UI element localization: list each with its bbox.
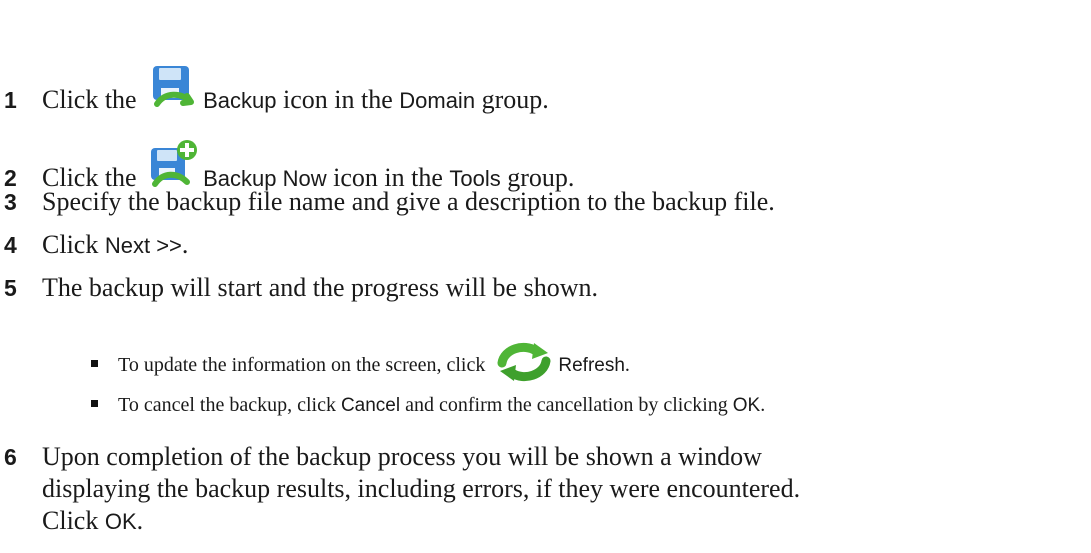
step-text: Click: [42, 506, 99, 535]
bullet-text: .: [760, 394, 766, 416]
step-6: 6 Upon completion of the backup process y…: [0, 441, 762, 473]
ui-label-domain: Domain: [399, 88, 476, 113]
step-text: Click the: [42, 85, 137, 114]
bullet-text: To update the information on the screen,…: [118, 354, 486, 376]
bullet-item-cancel: To cancel the backup, click Cancel and c…: [0, 392, 765, 419]
step-3: 3 Specify the backup file name and give a…: [0, 186, 775, 218]
refresh-icon: [494, 341, 554, 390]
step-text: icon in the: [282, 85, 393, 114]
ui-label-ok: OK: [104, 509, 137, 534]
step-text: Click: [42, 230, 99, 259]
ui-label-refresh: Refresh: [558, 355, 625, 376]
ui-label-ok: OK: [732, 395, 761, 416]
step-4: 4 Click Next >>.: [0, 229, 188, 262]
ui-label-next: Next >>: [104, 233, 182, 258]
step-text: Upon completion of the backup process yo…: [42, 442, 762, 471]
step-number: 3: [4, 189, 17, 215]
bullet-marker: [91, 360, 98, 367]
step-text: .: [136, 506, 144, 535]
step-text: Specify the backup file name and give a …: [42, 187, 775, 216]
step-1: 1 Click the Backup icon in the Domain gro…: [0, 62, 549, 122]
step-6-continued: displaying the backup results, including…: [42, 473, 800, 505]
bullet-item-refresh: To update the information on the screen,…: [0, 341, 630, 390]
step-number: 4: [4, 232, 17, 258]
step-text: displaying the backup results, including…: [42, 474, 801, 503]
bullet-text: and confirm the cancellation by clicking: [405, 394, 728, 416]
backup-icon: [147, 62, 199, 122]
step-5: 5 The backup will start and the progress …: [0, 272, 598, 304]
instruction-document: 1 Click the Backup icon in the Domain gro…: [0, 0, 1091, 553]
ui-label-backup: Backup: [203, 88, 277, 113]
bullet-text: To cancel the backup, click: [118, 394, 336, 416]
step-number: 6: [4, 444, 17, 470]
ui-label-cancel: Cancel: [340, 395, 401, 416]
bullet-marker: [91, 400, 98, 407]
step-number: 5: [4, 275, 17, 301]
step-number: 1: [4, 87, 17, 113]
step-6-continued: Click OK.: [42, 505, 143, 538]
step-text: group.: [481, 85, 549, 114]
step-text: .: [181, 230, 189, 259]
step-text: The backup will start and the progress w…: [42, 273, 598, 302]
bullet-text: .: [624, 354, 630, 376]
